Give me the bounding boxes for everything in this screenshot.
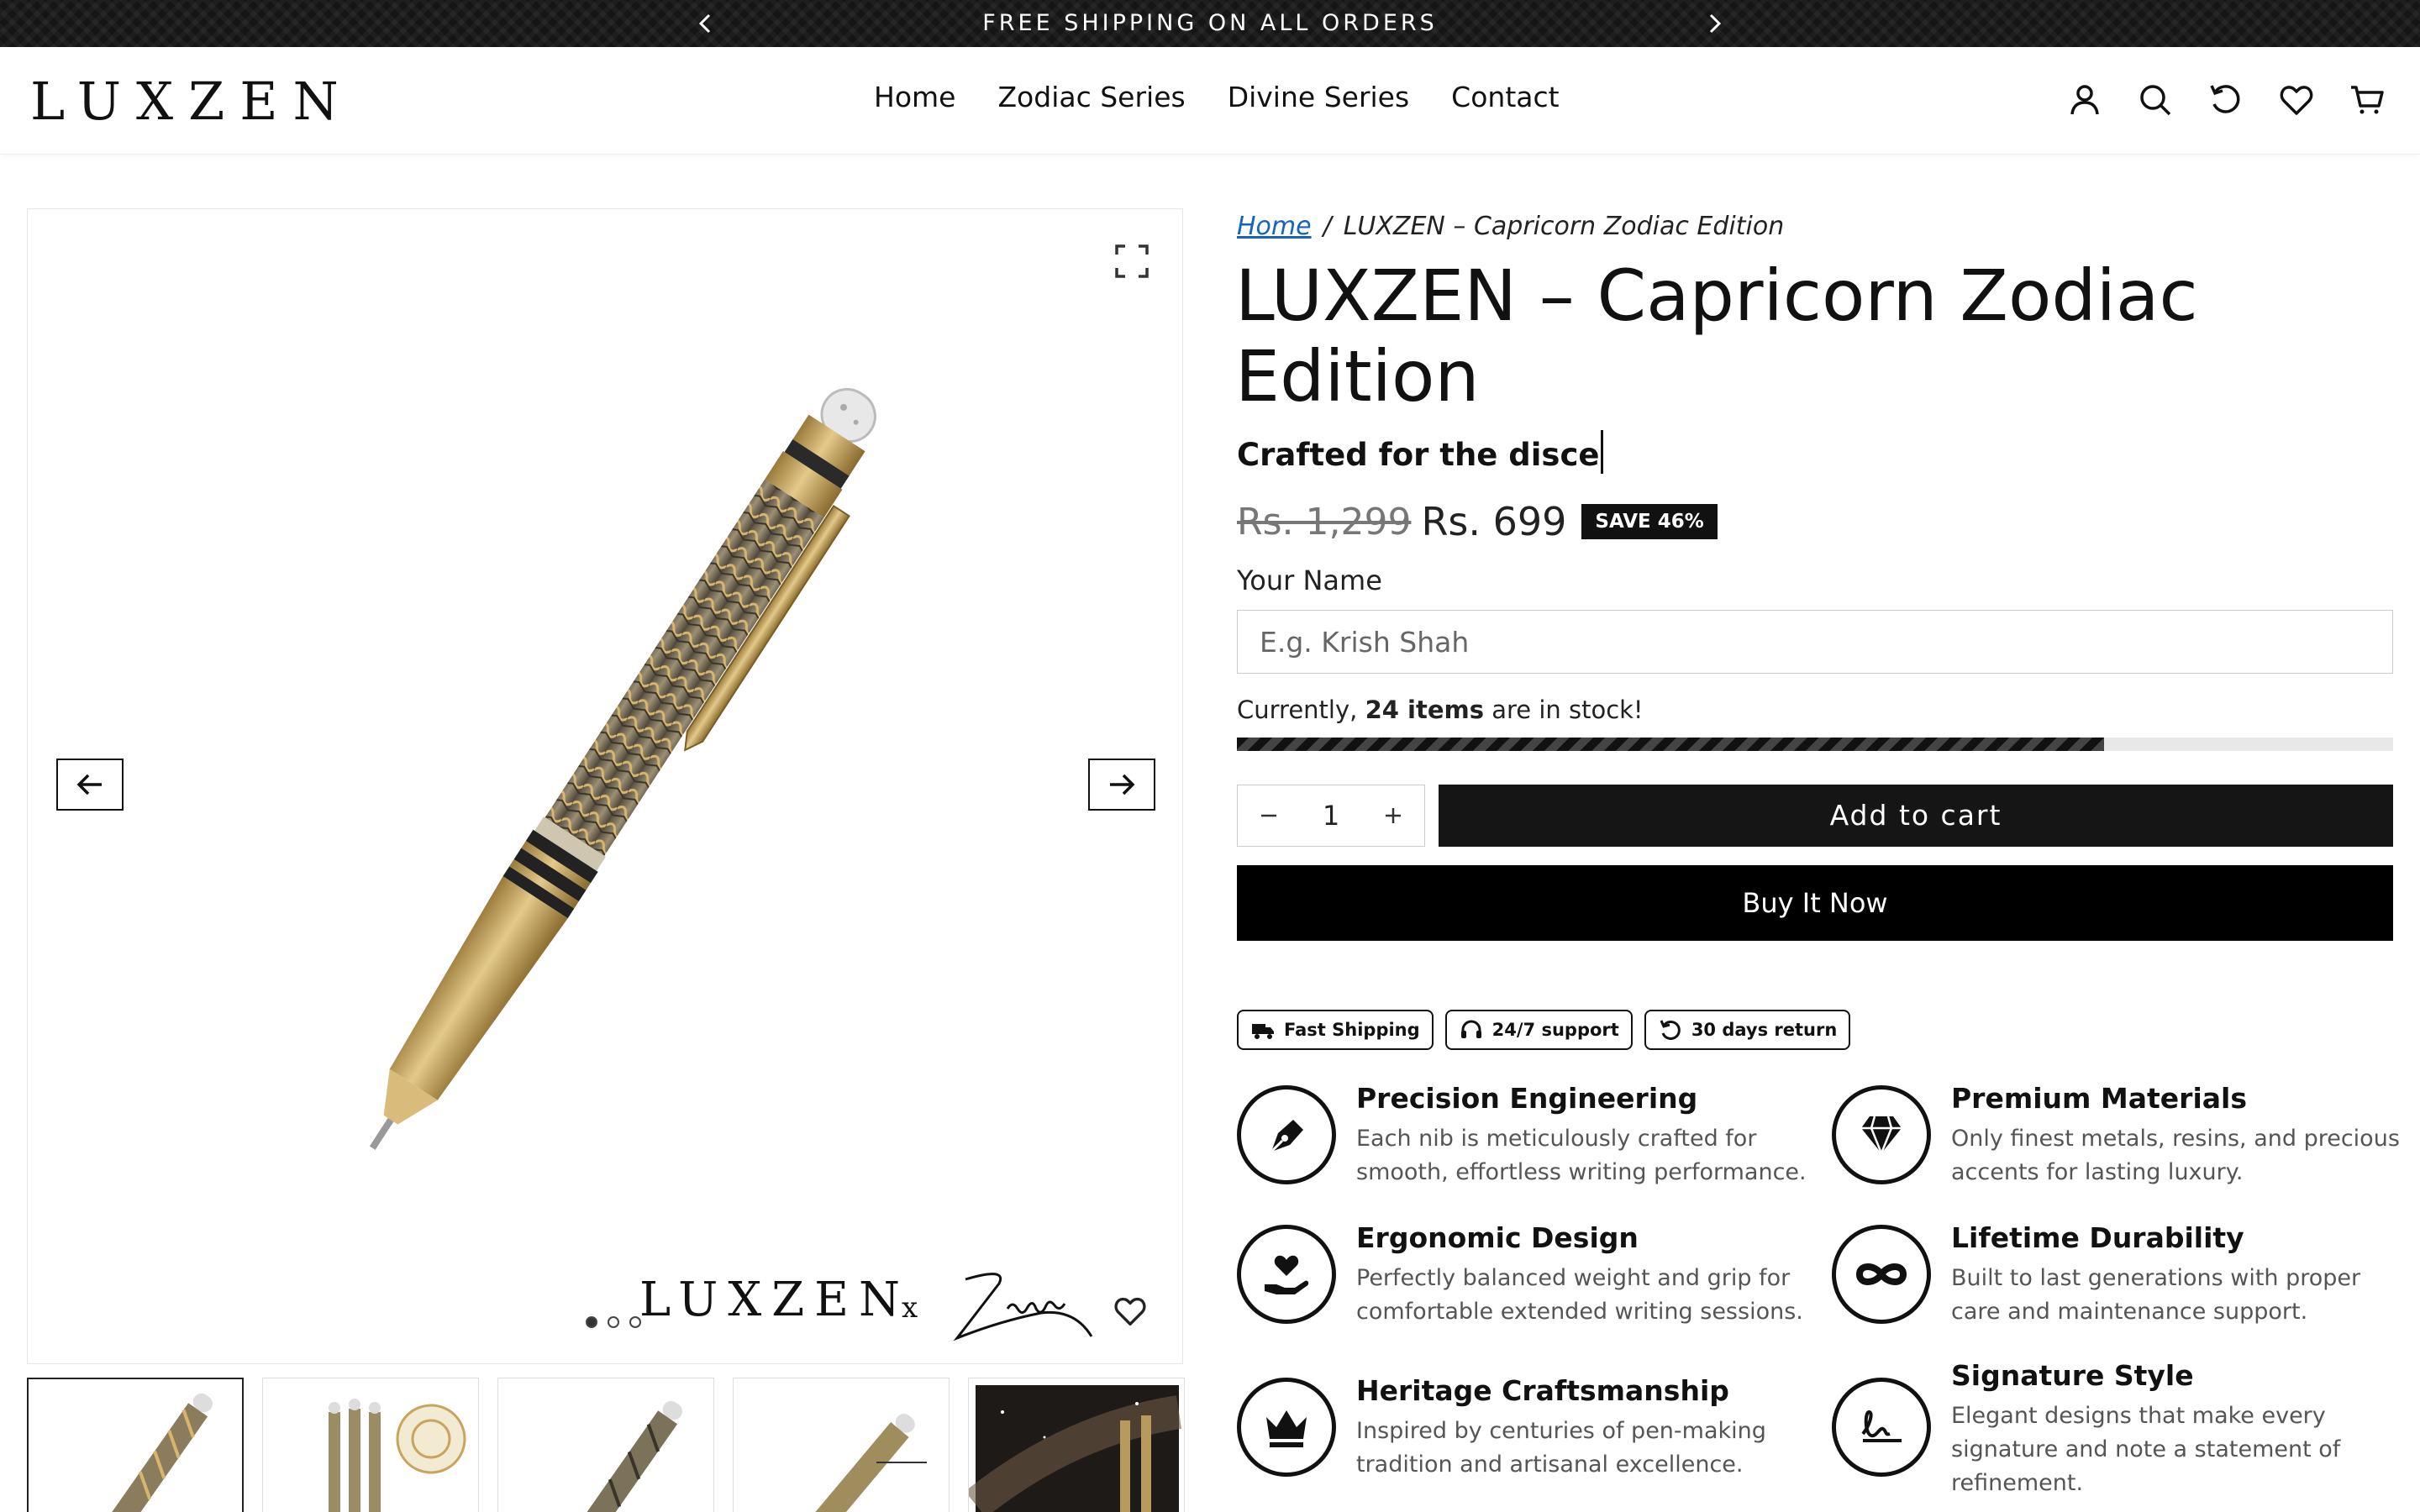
announcement-bar: FREE SHIPPING ON ALL ORDERS <box>0 0 2420 47</box>
quantity-decrease-button[interactable] <box>1248 795 1290 837</box>
service-pills: Fast Shipping 24/7 support 30 days retur… <box>1237 1010 1851 1050</box>
site-header: LUXZEN Home Zodiac Series Divine Series … <box>0 47 2420 155</box>
header-actions <box>2065 81 2386 119</box>
feature-desc: Inspired by centuries of pen-making trad… <box>1356 1418 1766 1478</box>
thumbnail-2[interactable] <box>262 1378 479 1512</box>
breadcrumb-current: LUXZEN – Capricorn Zodiac Edition <box>1343 212 1785 241</box>
feature-desc: Only finest metals, resins, and precious… <box>1951 1126 2400 1185</box>
name-field-label: Your Name <box>1237 564 1382 596</box>
feature-title: Premium Materials <box>1951 1082 2247 1115</box>
breadcrumb-separator: / <box>1323 212 1332 241</box>
price-row: Rs. 1,299 Rs. 699 SAVE 46% <box>1237 499 1718 544</box>
stock-prefix: Currently, <box>1237 696 1358 724</box>
diamond-icon <box>1832 1085 1931 1184</box>
gallery-dots <box>586 1316 641 1328</box>
stock-progress-fill <box>1237 738 2104 751</box>
site-logo[interactable]: LUXZEN <box>30 71 354 132</box>
sale-price: Rs. 699 <box>1421 499 1567 544</box>
announcement-next-icon[interactable] <box>1699 8 1729 39</box>
quantity-increase-button[interactable] <box>1372 795 1414 837</box>
feature-desc: Built to last generations with proper ca… <box>1951 1265 2361 1325</box>
hand-heart-icon <box>1237 1225 1336 1324</box>
pill-fast-shipping: Fast Shipping <box>1237 1010 1434 1050</box>
search-icon[interactable] <box>2136 81 2175 119</box>
gallery-prev-button[interactable] <box>56 759 124 811</box>
thumbnail-1[interactable] <box>27 1378 244 1512</box>
nav-zodiac-series[interactable]: Zodiac Series <box>997 81 1185 113</box>
feature-title: Lifetime Durability <box>1951 1221 2244 1254</box>
name-field[interactable] <box>1237 610 2393 674</box>
nav-divine-series[interactable]: Divine Series <box>1228 81 1409 113</box>
stock-progress-bar <box>1237 738 2393 751</box>
signature-icon <box>1832 1378 1931 1477</box>
nav-contact[interactable]: Contact <box>1451 81 1559 113</box>
compare-at-price: Rs. 1,299 <box>1237 500 1412 543</box>
pen-nib-icon <box>1237 1085 1336 1184</box>
product-tagline: Crafted for the disce <box>1237 430 1604 474</box>
feature-desc: Perfectly balanced weight and grip for c… <box>1356 1265 1803 1325</box>
zodiac-signature-logo <box>953 1273 1093 1341</box>
stock-text: Currently, 24 items are in stock! <box>1237 696 1644 724</box>
feature-desc: Elegant designs that make every signatur… <box>1951 1403 2341 1496</box>
plus-icon <box>1386 808 1401 823</box>
minus-icon <box>1261 814 1276 817</box>
image-brand-mark: LUXZEN <box>639 1273 910 1327</box>
main-nav: Home Zodiac Series Divine Series Contact <box>874 81 1560 113</box>
add-to-cart-button[interactable]: Add to cart <box>1439 785 2393 847</box>
pill-label: Fast Shipping <box>1284 1020 1420 1040</box>
arrow-left-icon <box>76 774 102 795</box>
image-collab-x: x <box>902 1291 918 1325</box>
feature-title: Precision Engineering <box>1356 1082 1698 1115</box>
pill-label: 24/7 support <box>1491 1020 1619 1040</box>
crown-icon <box>1237 1378 1336 1477</box>
thumbnail-5[interactable] <box>968 1378 1185 1512</box>
feature-title: Ergonomic Design <box>1356 1221 1639 1254</box>
pill-support: 24/7 support <box>1444 1010 1633 1050</box>
pill-label: 30 days return <box>1691 1020 1838 1040</box>
headset-icon <box>1460 1020 1481 1038</box>
truck-icon <box>1252 1024 1274 1039</box>
feature-title: Signature Style <box>1951 1359 2194 1392</box>
gallery-thumbnails <box>27 1378 1185 1512</box>
product-title: LUXZEN – Capricorn Zodiac Edition <box>1235 255 2198 417</box>
stock-count: 24 items <box>1365 696 1484 724</box>
pill-returns: 30 days return <box>1644 1010 1851 1050</box>
breadcrumb-home-link[interactable]: Home <box>1237 212 1312 241</box>
account-icon[interactable] <box>2065 81 2104 119</box>
thumbnail-4[interactable] <box>733 1378 950 1512</box>
stock-suffix: are in stock! <box>1491 696 1644 724</box>
recently-viewed-icon[interactable] <box>2207 81 2245 119</box>
product-image-pen <box>369 387 876 1150</box>
thumbnail-3[interactable] <box>497 1378 714 1512</box>
product-gallery: LUXZEN x <box>27 208 1183 1364</box>
feature-desc: Each nib is meticulously crafted for smo… <box>1356 1126 1807 1185</box>
gallery-next-button[interactable] <box>1088 759 1155 811</box>
tagline-text: Crafted for the disce <box>1237 437 1600 473</box>
return-icon <box>1660 1020 1681 1040</box>
infinity-icon <box>1832 1225 1931 1324</box>
save-badge: SAVE 46% <box>1581 504 1718 539</box>
breadcrumb: Home / LUXZEN – Capricorn Zodiac Edition <box>1237 212 1784 241</box>
arrow-right-icon <box>1110 774 1135 795</box>
typing-caret <box>1601 430 1604 474</box>
quantity-stepper: 1 <box>1237 785 1425 847</box>
wishlist-icon[interactable] <box>2277 81 2316 119</box>
feature-title: Heritage Craftsmanship <box>1356 1374 1729 1407</box>
gallery-dot[interactable] <box>586 1316 597 1328</box>
buy-now-button[interactable]: Buy It Now <box>1237 865 2393 941</box>
gallery-dot[interactable] <box>608 1316 619 1328</box>
nav-home[interactable]: Home <box>874 81 955 113</box>
cart-icon[interactable] <box>2348 81 2386 119</box>
gallery-wishlist-icon[interactable] <box>1112 1293 1149 1330</box>
quantity-value[interactable]: 1 <box>1306 800 1356 832</box>
announcement-text: FREE SHIPPING ON ALL ORDERS <box>982 10 1438 36</box>
